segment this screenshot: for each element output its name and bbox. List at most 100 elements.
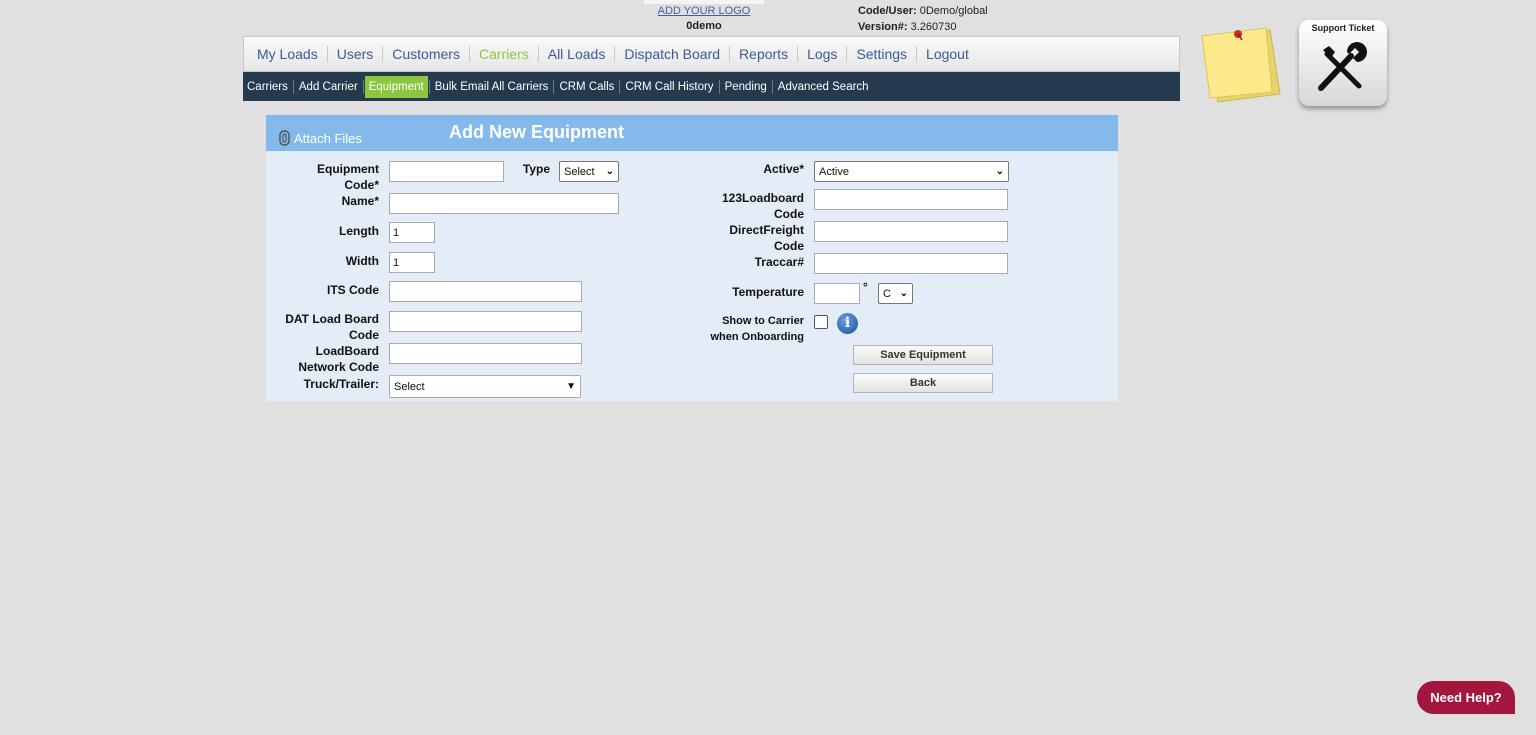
directfreight-input[interactable] xyxy=(814,221,1008,242)
version-value: 3.260730 xyxy=(910,21,957,33)
loadboard-network-input[interactable] xyxy=(389,343,582,364)
paperclip-icon xyxy=(279,130,290,146)
show-carrier-label: Show to Carrier when Onboarding xyxy=(686,313,805,345)
loadboard-123-label-line2: Code xyxy=(774,207,804,221)
company-name: 0demo xyxy=(686,20,722,32)
caret-down-icon: ▼ xyxy=(566,381,576,392)
sub-nav-pending[interactable]: Pending xyxy=(721,76,771,98)
attach-files-label: Attach Files xyxy=(294,130,362,146)
sub-nav-crm-call-history[interactable]: CRM Call History xyxy=(621,76,717,98)
length-label: Length xyxy=(339,224,379,238)
equipment-code-label-line1: Equipment xyxy=(317,162,379,176)
sub-nav-separator xyxy=(292,79,294,94)
nav-logout[interactable]: Logout xyxy=(917,46,978,62)
equipment-code-input[interactable] xyxy=(389,161,504,182)
equipment-code-label-line2: Code* xyxy=(344,178,379,192)
temperature-unit-select[interactable]: C ⌄ xyxy=(878,283,913,304)
nav-my-loads[interactable]: My Loads xyxy=(248,46,327,62)
active-label: Active* xyxy=(763,162,804,176)
account-meta: Code/User: 0Demo/global Version#: 3.2607… xyxy=(858,3,988,35)
sub-nav-separator xyxy=(619,79,621,94)
nav-users[interactable]: Users xyxy=(328,46,383,62)
sub-nav-separator xyxy=(428,79,430,94)
add-equipment-panel: Attach Files Add New Equipment Equipment… xyxy=(266,115,1118,401)
width-input[interactable] xyxy=(389,252,435,273)
attach-files-link[interactable]: Attach Files xyxy=(278,130,362,146)
support-ticket-button[interactable]: Support Ticket xyxy=(1299,20,1387,106)
traccar-input[interactable] xyxy=(814,253,1008,274)
chevron-down-icon: ⌄ xyxy=(899,288,908,299)
nav-all-loads[interactable]: All Loads xyxy=(539,46,615,62)
sub-nav-crm-calls[interactable]: CRM Calls xyxy=(555,76,618,98)
sub-nav-separator xyxy=(771,79,773,94)
need-help-button[interactable]: Need Help? xyxy=(1417,681,1515,714)
dat-code-input[interactable] xyxy=(389,311,582,332)
temperature-input[interactable] xyxy=(814,283,860,304)
sub-nav-carriers[interactable]: Carriers xyxy=(243,76,292,98)
panel-title: Add New Equipment xyxy=(449,122,624,142)
loadboard-123-label: 123Loadboard Code xyxy=(686,190,804,222)
info-icon[interactable]: i xyxy=(837,313,858,334)
show-carrier-checkbox[interactable] xyxy=(814,315,828,329)
show-carrier-label-line1: Show to Carrier xyxy=(722,315,804,327)
sub-nav-separator xyxy=(362,79,364,94)
truck-trailer-select-value: Select xyxy=(394,380,425,393)
sub-nav-add-carrier[interactable]: Add Carrier xyxy=(295,76,362,98)
loadboard-123-input[interactable] xyxy=(814,189,1008,210)
sub-nav-advanced-search[interactable]: Advanced Search xyxy=(774,76,873,98)
wrench-icon xyxy=(1318,42,1367,91)
sub-nav-separator xyxy=(553,79,555,94)
dat-code-label-line1: DAT Load Board xyxy=(285,312,379,326)
dat-code-label-line2: Code xyxy=(349,328,379,342)
code-user-value: 0Demo/global xyxy=(919,5,988,17)
save-equipment-button[interactable]: Save Equipment xyxy=(853,345,993,365)
sub-nav-equipment[interactable]: Equipment xyxy=(364,75,428,98)
type-select[interactable]: Select ⌄ xyxy=(559,161,619,182)
truck-trailer-select[interactable]: Select ▼ xyxy=(389,375,581,398)
main-nav: My Loads Users Customers Carriers All Loads D… xyxy=(243,36,1180,72)
add-logo-link[interactable]: ADD YOUR LOGO xyxy=(644,5,764,17)
loadboard-network-label: LoadBoard Network Code xyxy=(266,343,379,375)
active-select[interactable]: Active ⌄ xyxy=(814,161,1009,182)
sub-nav-bulk-email-all-carriers[interactable]: Bulk Email All Carriers xyxy=(431,76,553,98)
code-user-label: Code/User: xyxy=(858,5,917,17)
dat-code-label: DAT Load Board Code xyxy=(266,311,379,343)
support-ticket-label: Support Ticket xyxy=(1311,23,1375,33)
directfreight-label: DirectFreight Code xyxy=(686,222,804,254)
its-code-input[interactable] xyxy=(389,281,582,302)
length-input[interactable] xyxy=(389,222,435,243)
directfreight-label-line1: DirectFreight xyxy=(729,223,804,237)
loadboard-123-label-line1: 123Loadboard xyxy=(721,191,804,205)
loadboard-network-label-line1: LoadBoard xyxy=(315,344,379,358)
traccar-label: Traccar# xyxy=(754,255,804,269)
degree-symbol: ° xyxy=(863,280,868,294)
active-select-value: Active xyxy=(819,165,849,178)
type-label: Type xyxy=(522,162,550,176)
its-code-label: ITS Code xyxy=(326,283,379,297)
logo-placeholder xyxy=(644,0,764,4)
truck-trailer-label: Truck/Trailer: xyxy=(303,377,379,391)
temperature-unit-value: C xyxy=(883,287,891,300)
equipment-code-label: Equipment Code* xyxy=(266,161,379,193)
nav-logs[interactable]: Logs xyxy=(798,46,846,62)
directfreight-label-line2: Code xyxy=(774,239,804,253)
logo-area: ADD YOUR LOGO 0demo xyxy=(644,0,764,32)
sub-nav-separator xyxy=(718,79,720,94)
name-input[interactable] xyxy=(389,193,619,214)
nav-reports[interactable]: Reports xyxy=(730,46,797,62)
width-label: Width xyxy=(345,254,379,268)
chevron-down-icon: ⌄ xyxy=(995,166,1004,177)
loadboard-network-label-line2: Network Code xyxy=(298,360,379,374)
type-select-value: Select xyxy=(564,165,595,178)
name-label: Name* xyxy=(341,194,379,208)
temperature-label: Temperature xyxy=(732,285,804,299)
sub-nav: Carriers Add Carrier Equipment Bulk Email A… xyxy=(243,72,1180,101)
nav-carriers[interactable]: Carriers xyxy=(470,46,538,62)
sticky-note-icon[interactable] xyxy=(1196,22,1286,106)
nav-customers[interactable]: Customers xyxy=(383,46,469,62)
nav-dispatch-board[interactable]: Dispatch Board xyxy=(615,46,729,62)
back-button[interactable]: Back xyxy=(853,373,993,393)
nav-settings[interactable]: Settings xyxy=(847,46,916,62)
panel-header: Attach Files Add New Equipment xyxy=(266,115,1118,151)
show-carrier-label-line2: when Onboarding xyxy=(710,331,805,343)
